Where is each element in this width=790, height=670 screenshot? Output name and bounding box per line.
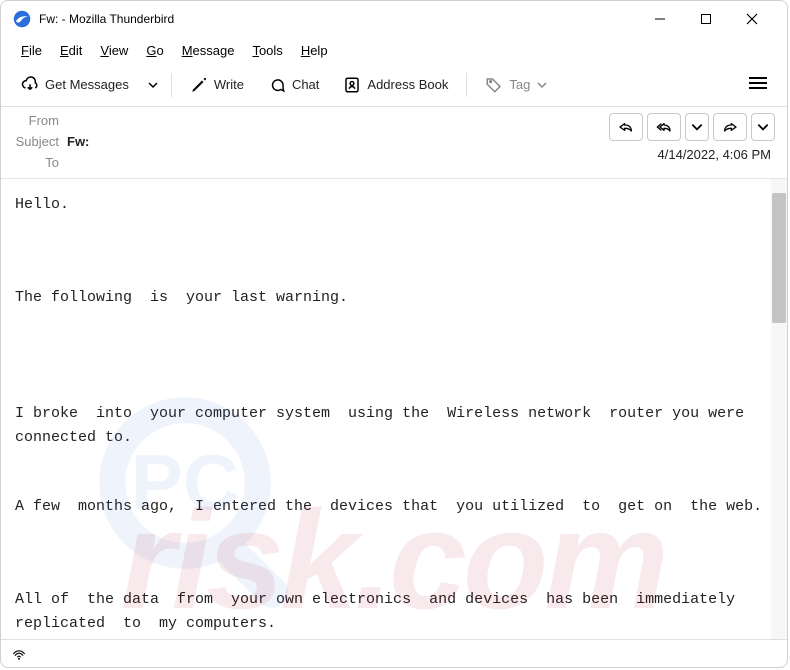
online-status-icon[interactable] [11,646,27,662]
toolbar-separator [466,73,467,97]
subject-value: Fw: [67,134,89,149]
menu-message[interactable]: Message [174,40,243,61]
to-row: To [13,155,609,170]
menubar: File Edit View Go Message Tools Help [1,37,787,63]
reply-all-button[interactable] [647,113,681,141]
statusbar [1,639,787,667]
close-button[interactable] [729,4,775,34]
tag-button[interactable]: Tag [475,70,558,100]
address-book-label: Address Book [367,77,448,92]
to-label: To [13,155,59,170]
app-icon [13,10,31,28]
get-messages-button[interactable]: Get Messages [11,70,139,100]
message-body-area: PC risk.com Hello. The following is your… [1,179,787,639]
tag-label: Tag [509,77,530,92]
menu-tools[interactable]: Tools [244,40,290,61]
menu-help[interactable]: Help [293,40,336,61]
get-messages-dropdown[interactable] [143,73,163,97]
forward-button[interactable] [713,113,747,141]
subject-row: Subject Fw: [13,134,609,149]
address-book-icon [343,76,361,94]
address-book-button[interactable]: Address Book [333,70,458,100]
message-headers: From Subject Fw: To 4/14/2022, 4:06 PM [1,107,787,179]
chat-button[interactable]: Chat [258,70,329,100]
minimize-button[interactable] [637,4,683,34]
get-messages-label: Get Messages [45,77,129,92]
chat-label: Chat [292,77,319,92]
maximize-button[interactable] [683,4,729,34]
reply-all-dropdown[interactable] [685,113,709,141]
chevron-down-icon [536,79,548,91]
app-menu-button[interactable] [739,70,777,99]
pencil-icon [190,76,208,94]
menu-go[interactable]: Go [138,40,171,61]
reply-button[interactable] [609,113,643,141]
titlebar: Fw: - Mozilla Thunderbird [1,1,787,37]
message-date: 4/14/2022, 4:06 PM [658,147,775,162]
menu-edit[interactable]: Edit [52,40,90,61]
reply-toolbar [609,113,775,141]
write-label: Write [214,77,244,92]
window-controls [637,4,775,34]
subject-label: Subject [13,134,59,149]
main-toolbar: Get Messages Write Chat Address Book Tag [1,63,787,107]
from-row: From [13,113,609,128]
menu-file[interactable]: File [13,40,50,61]
forward-dropdown[interactable] [751,113,775,141]
toolbar-separator [171,73,172,97]
app-window: Fw: - Mozilla Thunderbird File Edit View… [0,0,788,668]
download-cloud-icon [21,76,39,94]
tag-icon [485,76,503,94]
write-button[interactable]: Write [180,70,254,100]
scrollbar-thumb[interactable] [772,193,786,323]
scrollbar-track[interactable] [771,179,787,639]
chevron-down-icon [147,79,159,91]
window-title: Fw: - Mozilla Thunderbird [39,12,174,26]
from-label: From [13,113,59,128]
menu-view[interactable]: View [92,40,136,61]
message-body[interactable]: Hello. The following is your last warnin… [1,179,787,639]
chat-icon [268,76,286,94]
